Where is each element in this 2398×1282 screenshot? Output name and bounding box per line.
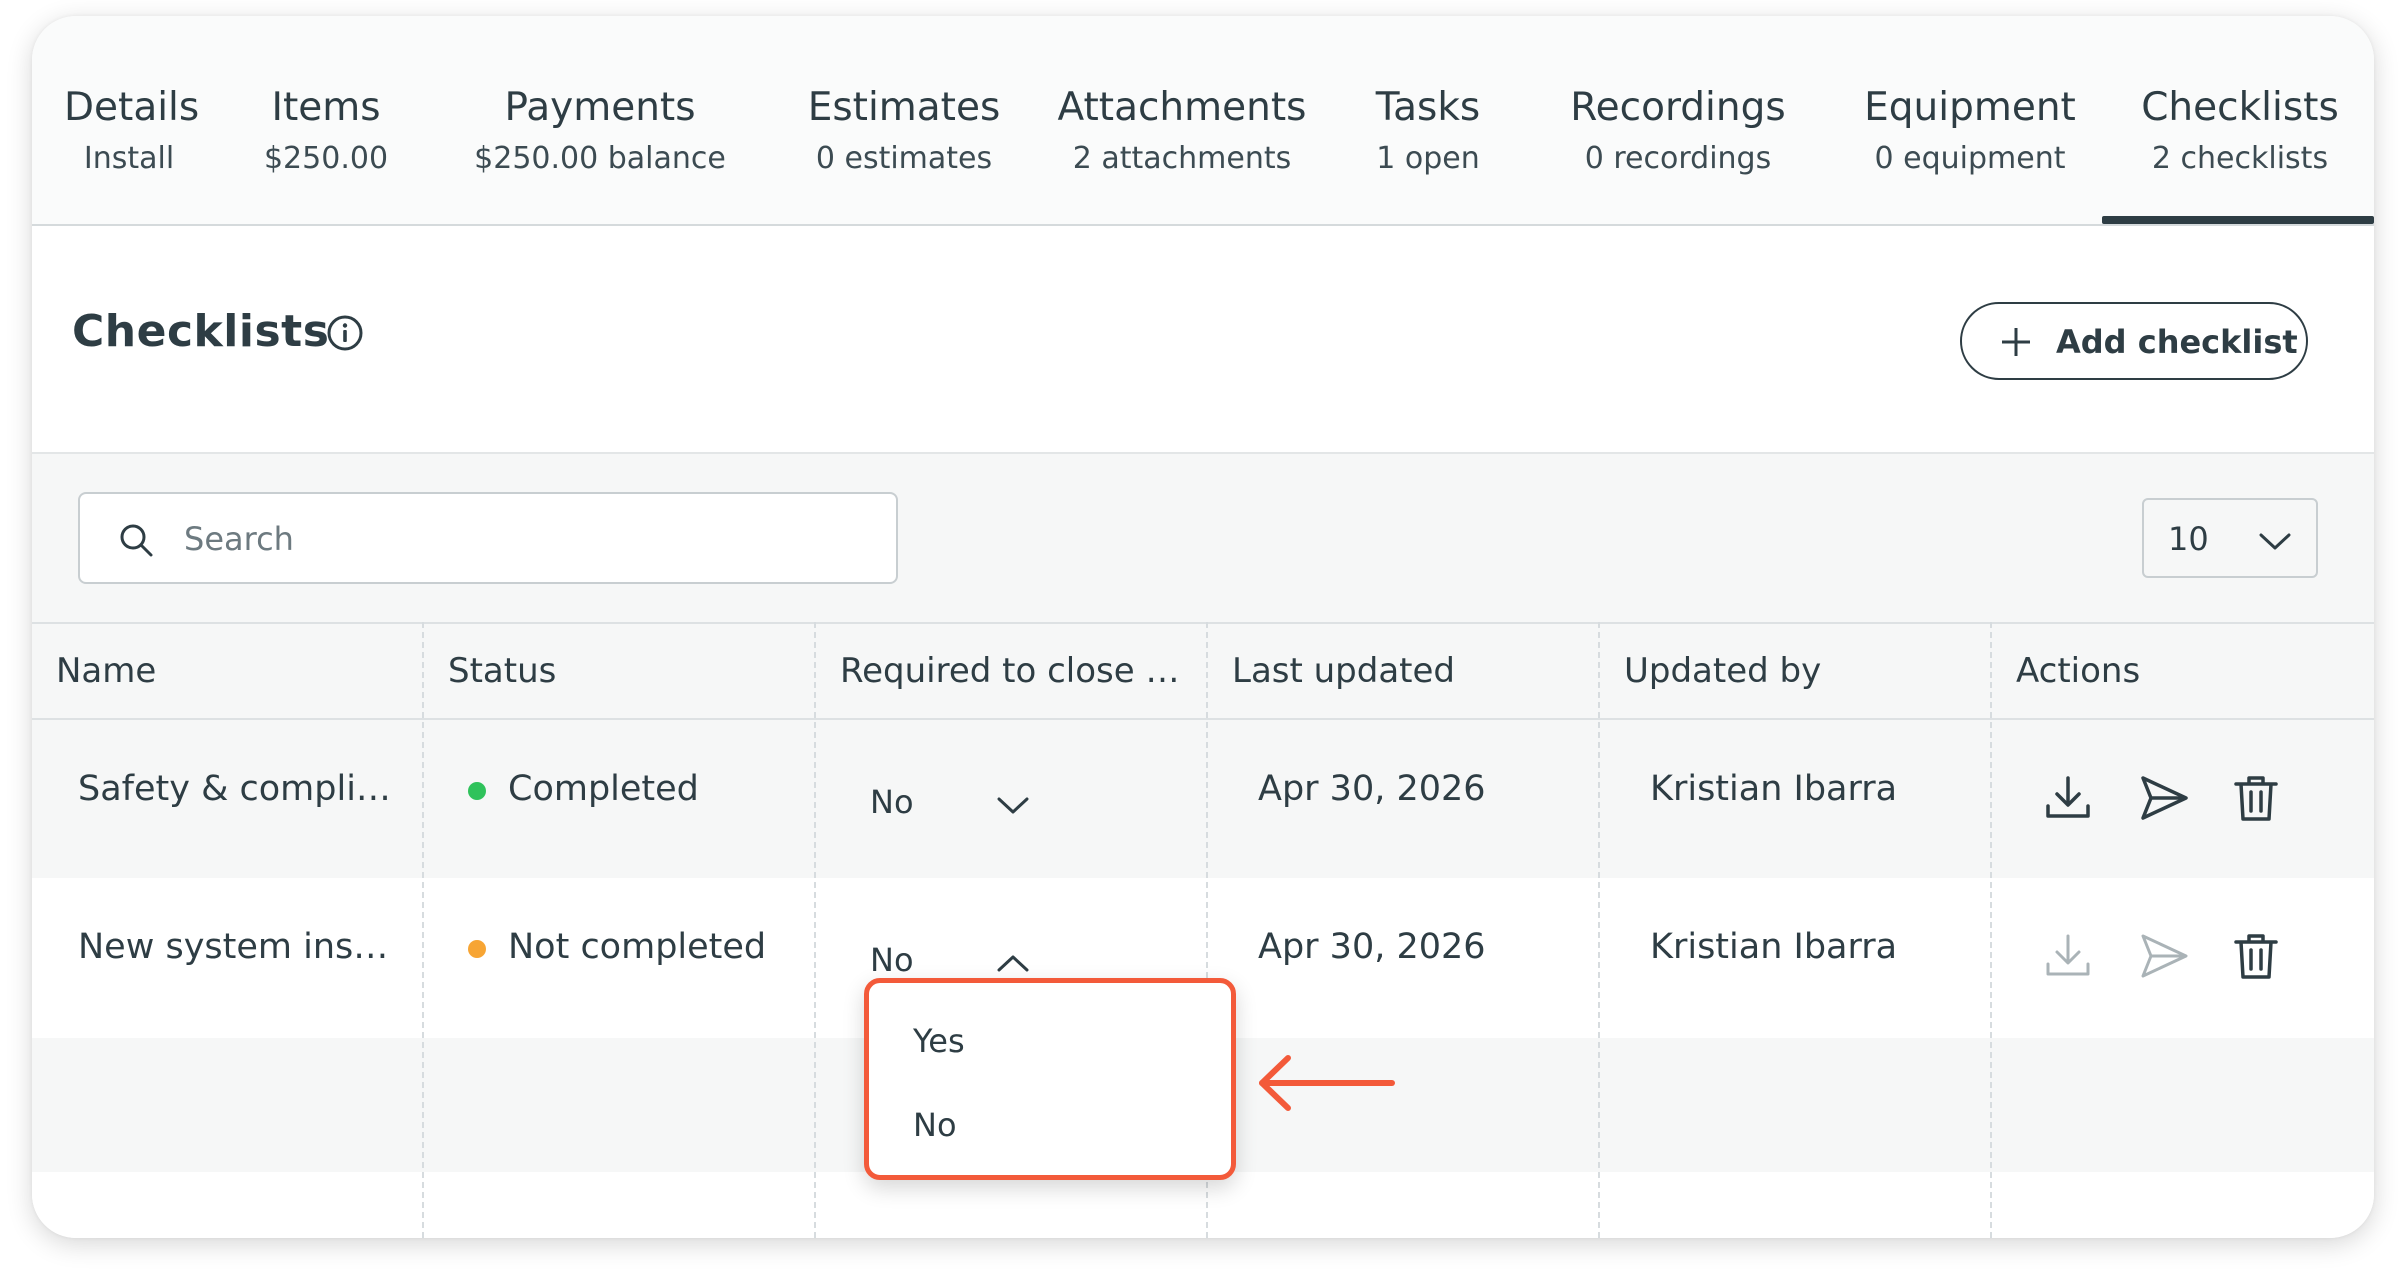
tab-label: Equipment: [1864, 85, 2076, 130]
tab-estimates[interactable]: Estimates 0 estimates: [784, 84, 1024, 178]
chevron-down-icon: [2259, 533, 2291, 550]
tab-label: Details: [64, 85, 200, 130]
checklist-name[interactable]: Safety & compli…: [78, 766, 391, 812]
column-header-last-updated[interactable]: Last updated: [1232, 648, 1455, 694]
tab-sub: $250.00 balance: [474, 141, 726, 176]
column-header-updated-by[interactable]: Updated by: [1624, 648, 1821, 694]
table-toolbar: 10: [32, 454, 2374, 622]
tab-attachments[interactable]: Attachments 2 attachments: [1042, 84, 1322, 178]
send-icon: [2141, 934, 2188, 978]
updated-by: Kristian Ibarra: [1650, 769, 1898, 809]
column-header-actions: Actions: [2016, 651, 2141, 691]
tab-sub: 0 equipment: [1874, 141, 2066, 176]
status-text: Not completed: [508, 927, 767, 967]
tab-equipment[interactable]: Equipment 0 equipment: [1832, 84, 2108, 178]
tab-details[interactable]: Details Install: [64, 84, 200, 178]
checklist-name[interactable]: New system ins…: [78, 924, 388, 970]
send-icon[interactable]: [2138, 772, 2190, 824]
info-icon[interactable]: [326, 314, 364, 352]
tab-sub: 0 estimates: [815, 141, 993, 176]
tab-sub: 1 open: [1376, 141, 1480, 176]
table-row-empty: [32, 1172, 2374, 1238]
add-checklist-button[interactable]: Add checklist: [1960, 302, 2308, 380]
status-dot: [468, 782, 486, 800]
tab-label: Payments: [504, 85, 696, 130]
trash-icon[interactable]: [2230, 772, 2282, 824]
page-size-select[interactable]: 10: [2142, 498, 2318, 578]
page-size-value: 10: [2168, 520, 2209, 558]
option-label: Yes: [913, 1022, 965, 1060]
tab-bar: Details Install Items $250.00 Payments $…: [32, 16, 2374, 226]
column-header-status[interactable]: Status: [448, 648, 556, 694]
updated-by: Kristian Ibarra: [1650, 927, 1898, 967]
download-icon[interactable]: [2042, 772, 2094, 824]
tab-label: Tasks: [1375, 85, 1481, 130]
tab-recordings[interactable]: Recordings 0 recordings: [1540, 84, 1816, 178]
add-checklist-label: Add checklist: [2056, 323, 2298, 361]
column-header-name[interactable]: Name: [56, 648, 156, 694]
table-header: Name Status Required to close … Last upd…: [32, 622, 2374, 720]
search-box[interactable]: [78, 492, 898, 584]
tab-sub: $250.00: [263, 141, 389, 176]
tab-items[interactable]: Items $250.00: [258, 84, 394, 178]
trash-icon[interactable]: [2230, 930, 2282, 982]
tab-sub: Install: [83, 141, 175, 176]
required-value: No: [870, 941, 914, 979]
active-tab-indicator: [2102, 216, 2374, 224]
download-icon: [2046, 934, 2090, 976]
last-updated: Apr 30, 2026: [1258, 927, 1486, 967]
required-value: No: [870, 783, 914, 821]
search-icon: [120, 524, 153, 557]
tab-sub: 2 attachments: [1072, 141, 1292, 176]
column-divider: [814, 622, 816, 1238]
section-header: Checklists Add checklist: [32, 226, 2374, 454]
column-divider: [1598, 622, 1600, 1238]
status-dot: [468, 940, 486, 958]
tab-label: Checklists: [2141, 85, 2339, 130]
chevron-up-icon: [997, 955, 1029, 972]
tab-checklists[interactable]: Checklists 2 checklists: [2122, 84, 2358, 178]
tab-label: Items: [271, 85, 381, 130]
tab-label: Attachments: [1057, 85, 1307, 130]
column-divider: [1990, 622, 1992, 1238]
tab-sub: 2 checklists: [2151, 141, 2329, 176]
tab-tasks[interactable]: Tasks 1 open: [1350, 84, 1506, 178]
last-updated: Apr 30, 2026: [1258, 769, 1486, 809]
tab-payments[interactable]: Payments $250.00 balance: [450, 84, 750, 178]
search-input[interactable]: [182, 508, 866, 570]
column-divider: [422, 622, 424, 1238]
status-text: Completed: [508, 769, 699, 809]
chevron-down-icon: [997, 797, 1029, 814]
required-dropdown-menu: Yes No: [864, 978, 1236, 1180]
required-select[interactable]: No: [870, 780, 1040, 826]
tab-sub: 0 recordings: [1584, 141, 1772, 176]
option-label: No: [913, 1106, 957, 1144]
tab-label: Estimates: [807, 85, 1001, 130]
arrow-left-icon: [1259, 1055, 1395, 1111]
dropdown-option-no[interactable]: No: [869, 1085, 1231, 1165]
dropdown-option-yes[interactable]: Yes: [869, 1001, 1231, 1081]
column-header-required[interactable]: Required to close …: [840, 648, 1179, 694]
page-title: Checklists: [72, 306, 330, 357]
plus-icon: [2002, 328, 2030, 356]
tab-label: Recordings: [1570, 85, 1786, 130]
